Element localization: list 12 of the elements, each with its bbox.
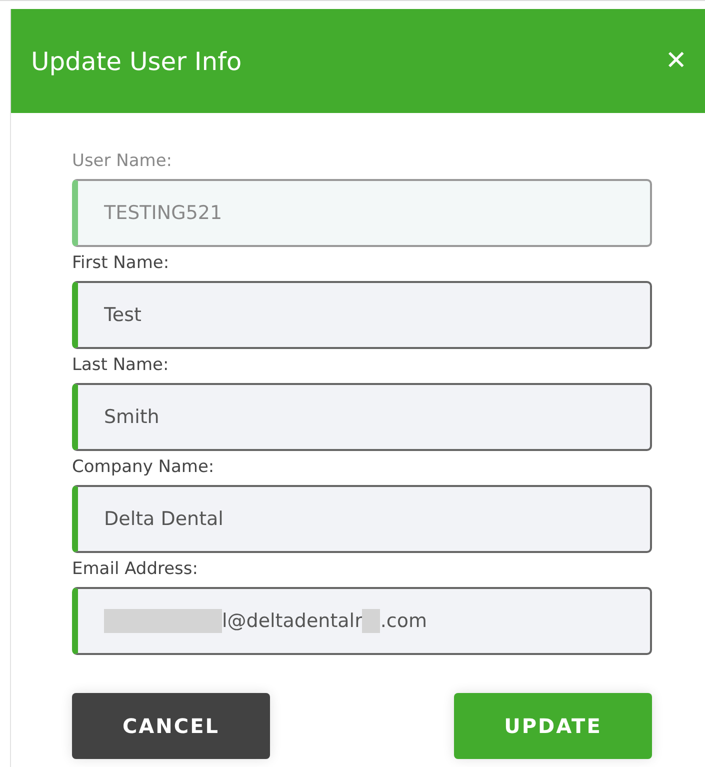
input-field[interactable]: Test — [72, 281, 652, 349]
dialog-title: Update User Info — [31, 46, 242, 76]
input-field[interactable]: Delta Dental — [72, 485, 652, 553]
input-field[interactable]: l@deltadentalr .com — [72, 587, 652, 655]
field-label: Last Name: — [72, 355, 170, 375]
field-label: First Name: — [72, 253, 170, 273]
field-label: Email Address: — [72, 559, 199, 579]
field-label: Company Name: — [72, 457, 216, 477]
input-field[interactable]: Smith — [72, 383, 652, 451]
cancel-button[interactable]: CANCEL — [72, 693, 270, 759]
field-label: User Name: — [72, 151, 174, 171]
redaction-block — [362, 609, 380, 633]
